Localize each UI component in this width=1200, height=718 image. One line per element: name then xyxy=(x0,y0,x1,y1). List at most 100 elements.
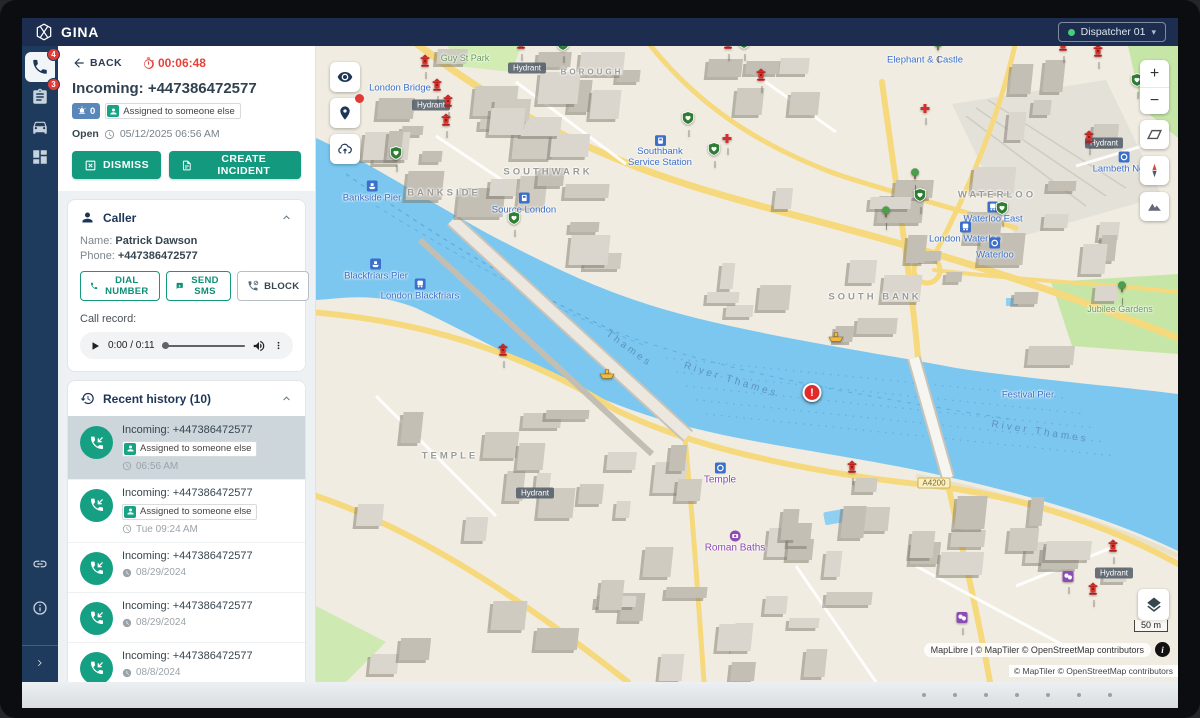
hydrant-marker[interactable] xyxy=(1058,46,1069,56)
incoming-call-icon xyxy=(80,489,113,522)
masks-marker[interactable] xyxy=(957,610,968,628)
frame-dot xyxy=(1046,693,1050,697)
dismiss-icon xyxy=(84,159,97,172)
person-icon xyxy=(124,506,136,518)
clock-icon xyxy=(122,524,132,534)
siren-icon xyxy=(77,106,87,116)
history-item[interactable]: Incoming: +44738647257708/29/2024 xyxy=(68,542,305,592)
alert-marker[interactable]: ! xyxy=(803,383,822,402)
shield-marker[interactable] xyxy=(508,211,521,230)
basemap-layers-button[interactable] xyxy=(1138,589,1169,620)
hydrant-marker[interactable] xyxy=(1088,582,1099,600)
pitch-toggle-button[interactable] xyxy=(1140,120,1169,149)
visibility-control-button[interactable] xyxy=(330,62,360,92)
history-item[interactable]: Incoming: +447386472577Assigned to someo… xyxy=(68,479,305,542)
history-item[interactable]: Incoming: +44738647257708/29/2024 xyxy=(68,592,305,642)
collapse-chevron-icon[interactable] xyxy=(280,392,293,405)
sidebar-item-integrations[interactable] xyxy=(25,549,55,579)
sidebar-item-incidents[interactable]: 3 xyxy=(25,82,55,112)
hydrant-marker[interactable] xyxy=(756,68,767,86)
map-pin-icon xyxy=(337,105,353,121)
hydrant-marker[interactable] xyxy=(498,343,509,361)
link-icon xyxy=(32,556,48,572)
block-button[interactable]: BLOCK xyxy=(237,271,309,301)
sidebar-collapse-button[interactable] xyxy=(25,652,55,674)
terrain-button[interactable] xyxy=(1140,192,1169,221)
mountains-icon xyxy=(1146,198,1163,215)
frame-dot xyxy=(984,693,988,697)
masks-marker[interactable] xyxy=(1063,569,1074,587)
back-button[interactable]: BACK xyxy=(72,56,122,70)
hydrant-marker[interactable] xyxy=(1108,539,1119,557)
assignment-icon xyxy=(31,88,49,106)
hydrant-marker[interactable] xyxy=(1093,46,1104,62)
tree-marker[interactable] xyxy=(881,205,891,223)
location-layers-button[interactable] xyxy=(330,98,360,128)
compass-button[interactable] xyxy=(1140,156,1169,185)
weather-layer-button[interactable] xyxy=(330,134,360,164)
history-icon xyxy=(80,391,95,406)
call-status: Open xyxy=(72,128,99,140)
boat-marker[interactable] xyxy=(599,367,615,385)
history-item[interactable]: Incoming: +447386472577 08/8/2024 xyxy=(68,642,305,683)
eye-icon xyxy=(337,69,353,85)
hydrant-marker[interactable] xyxy=(516,46,527,54)
seek-bar[interactable] xyxy=(162,345,245,347)
cross-marker[interactable] xyxy=(723,130,732,148)
hydrant-marker[interactable] xyxy=(443,94,454,112)
hydrant-marker[interactable] xyxy=(723,46,734,54)
tree-marker[interactable] xyxy=(933,46,943,56)
phone-blocked-icon xyxy=(247,280,259,292)
send-sms-button[interactable]: SEND SMS xyxy=(166,271,231,301)
phone-label: Phone: xyxy=(80,250,115,262)
hydrant-marker[interactable] xyxy=(441,113,452,131)
play-icon[interactable] xyxy=(89,340,101,352)
call-summary: BACK 00:06:48 Incoming: +447386472577 0 xyxy=(58,46,315,191)
assigned-badge: Assigned to someone else xyxy=(105,103,240,119)
history-item-title: Incoming: +447386472577 xyxy=(122,650,253,664)
history-item[interactable]: Incoming: +447386472577Assigned to someo… xyxy=(68,416,305,479)
shield-marker[interactable] xyxy=(390,146,403,165)
shield-marker[interactable] xyxy=(738,46,751,54)
frame-dot xyxy=(1108,693,1112,697)
shield-marker[interactable] xyxy=(682,111,695,130)
cross-marker[interactable] xyxy=(921,100,930,118)
volume-icon[interactable] xyxy=(252,339,266,353)
hydrant-marker[interactable] xyxy=(1084,130,1095,148)
attribution-info-icon[interactable]: i xyxy=(1155,642,1170,657)
history-item-title: Incoming: +447386472577 xyxy=(122,550,253,564)
chevron-down-icon: ▾ xyxy=(1151,27,1156,38)
badge-count: 3 xyxy=(47,78,60,91)
hydrant-marker[interactable] xyxy=(847,460,858,478)
history-item-time: 08/8/2024 xyxy=(122,667,253,678)
incoming-call-icon xyxy=(80,426,113,459)
hydrant-marker[interactable] xyxy=(420,54,431,72)
shield-marker[interactable] xyxy=(708,142,721,161)
dispatcher-menu[interactable]: Dispatcher 01 ▾ xyxy=(1058,22,1166,42)
sms-icon xyxy=(176,280,183,292)
create-incident-button[interactable]: CREATE INCIDENT xyxy=(169,151,301,179)
shield-marker[interactable] xyxy=(557,46,570,56)
sidebar: 43 xyxy=(22,46,58,682)
app-header: GINA Dispatcher 01 ▾ xyxy=(22,18,1178,46)
notification-dot xyxy=(355,94,364,103)
hydrant-marker[interactable] xyxy=(432,78,443,96)
sidebar-item-about[interactable] xyxy=(25,593,55,623)
kebab-menu-icon[interactable] xyxy=(273,339,284,352)
map-canvas[interactable]: SOUTHWARKBANKSIDEBOROUGHWATERLOOSOUTH BA… xyxy=(316,46,1178,682)
collapse-chevron-icon[interactable] xyxy=(280,211,293,224)
sidebar-item-vehicles[interactable] xyxy=(25,112,55,142)
tree-marker[interactable] xyxy=(1117,280,1127,298)
boat-marker[interactable] xyxy=(828,330,844,348)
sidebar-item-dashboard[interactable] xyxy=(25,142,55,172)
caller-name: Patrick Dawson xyxy=(115,235,197,247)
device-bottom-strip xyxy=(22,682,1178,708)
zoom-out-button[interactable]: − xyxy=(1140,87,1169,114)
zoom-in-button[interactable]: + xyxy=(1140,60,1169,87)
shield-marker[interactable] xyxy=(996,201,1009,220)
tree-marker[interactable] xyxy=(910,167,920,185)
dismiss-button[interactable]: DISMISS xyxy=(72,151,161,179)
dial-number-button[interactable]: DIAL NUMBER xyxy=(80,271,160,301)
zoom-controls: + − xyxy=(1140,60,1169,114)
clock-filled-icon xyxy=(122,618,132,628)
